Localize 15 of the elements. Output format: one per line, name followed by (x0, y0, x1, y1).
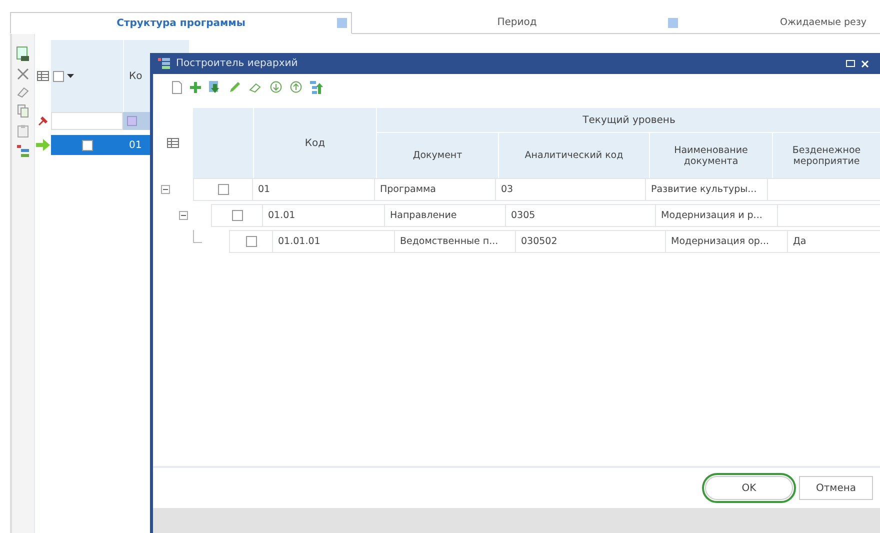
table-cell: Направление (385, 204, 506, 227)
table-cell: 01.01 (263, 204, 385, 227)
table-cell: 030502 (516, 230, 666, 253)
window-title: Построитель иерархий (176, 58, 298, 69)
table-cell: 01.01.01 (273, 230, 395, 253)
table-cell: Ведомственные п... (395, 230, 516, 253)
table-cell: Модернизация и р... (656, 204, 778, 227)
table-cell: Программа (375, 178, 496, 201)
table-cell: Развитие культуры... (646, 178, 768, 201)
column-group-header: Текущий уровень (377, 108, 880, 133)
table-cell: Да (788, 230, 880, 253)
table-cell: 03 (496, 178, 646, 201)
table-cell: 01 (253, 178, 375, 201)
table-cell: Модернизация ор... (666, 230, 788, 253)
table-cell: 0305 (506, 204, 656, 227)
